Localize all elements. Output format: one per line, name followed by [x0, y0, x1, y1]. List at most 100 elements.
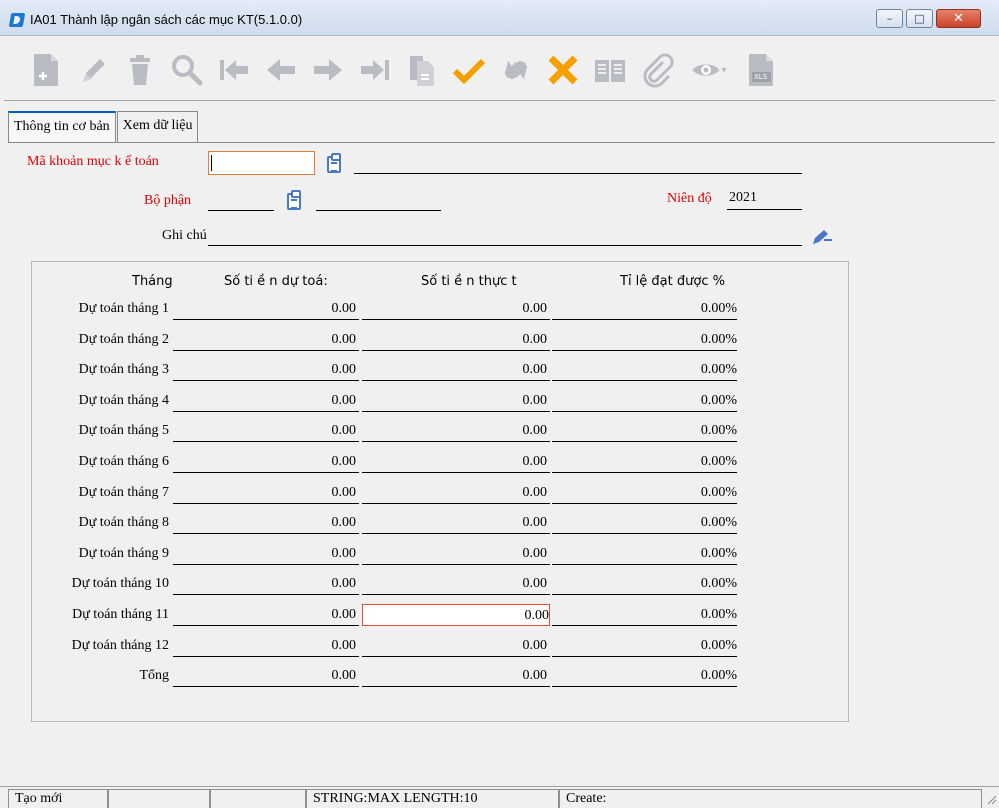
- budget-amount-input[interactable]: 0.00: [173, 420, 359, 442]
- minimize-button[interactable]: –: [876, 9, 903, 28]
- tab-bar: Thông tin cơ bản Xem dữ liệu: [8, 111, 199, 143]
- actual-amount-input[interactable]: 0.00: [362, 359, 550, 381]
- budget-amount-input[interactable]: 0.00: [173, 298, 359, 320]
- cancel-icon[interactable]: [539, 46, 587, 94]
- status-create: Create:: [559, 789, 982, 808]
- actual-amount-input[interactable]: 0.00: [362, 482, 550, 504]
- total-row-label: Tổng: [139, 668, 169, 683]
- actual-amount-input[interactable]: 0.00: [362, 512, 550, 534]
- account-code-lookup-icon[interactable]: [327, 153, 341, 173]
- next-icon[interactable]: [304, 46, 352, 94]
- achievement-ratio-field: 0.00%: [552, 298, 737, 320]
- view-icon[interactable]: ▾: [680, 46, 738, 94]
- budget-row-label: Dự toán tháng 10: [71, 576, 169, 591]
- window-title: IA01 Thành lập ngân sách các mục KT(5.1.…: [30, 12, 303, 27]
- excel-icon[interactable]: XLS: [737, 46, 785, 94]
- achievement-ratio-field: 0.00%: [552, 573, 737, 595]
- actual-amount-input[interactable]: 0.00: [362, 329, 550, 351]
- edit-icon[interactable]: [69, 46, 117, 94]
- toolbar: ▾ XLS: [10, 41, 989, 99]
- achievement-ratio-field: 0.00%: [552, 359, 737, 381]
- budget-row-label: Dự toán tháng 12: [71, 638, 169, 653]
- new-icon[interactable]: [22, 46, 70, 94]
- budget-amount-input[interactable]: 0.00: [173, 482, 359, 504]
- maximize-button[interactable]: □: [906, 9, 933, 28]
- account-code-label: Mã khoản mục k ế toán: [27, 154, 159, 169]
- column-header-month: Tháng: [132, 274, 173, 289]
- budget-amount-input[interactable]: 0.00: [173, 573, 359, 595]
- achievement-ratio-field: 0.00%: [552, 482, 737, 504]
- achievement-ratio-field: 0.00%: [552, 420, 737, 442]
- budget-amount-input[interactable]: 0.00: [173, 512, 359, 534]
- view-dropdown-arrow[interactable]: ▾: [721, 65, 726, 76]
- first-icon[interactable]: [210, 46, 258, 94]
- actual-amount-input[interactable]: 0.00: [362, 573, 550, 595]
- delete-icon[interactable]: [116, 46, 164, 94]
- achievement-ratio-field: 0.00%: [552, 512, 737, 534]
- budget-amount-input[interactable]: 0.00: [173, 329, 359, 351]
- previous-icon[interactable]: [257, 46, 305, 94]
- budget-row-label: Dự toán tháng 7: [78, 485, 169, 500]
- department-input[interactable]: [208, 210, 274, 211]
- confirm-icon[interactable]: [445, 46, 493, 94]
- department-label: Bộ phận: [144, 193, 192, 208]
- tab-basic-info[interactable]: Thông tin cơ bản: [8, 111, 116, 143]
- column-header-achievement-ratio: Tỉ lệ đạt được %: [620, 274, 725, 289]
- actual-amount-input[interactable]: 0.00: [362, 420, 550, 442]
- pen-edit-icon[interactable]: [810, 228, 834, 246]
- account-code-input[interactable]: [208, 151, 315, 175]
- resize-grip-icon[interactable]: [985, 793, 997, 805]
- attach-icon[interactable]: [633, 46, 681, 94]
- department-lookup-icon[interactable]: [287, 190, 301, 210]
- note-label: Ghi chú: [162, 228, 207, 243]
- fiscal-year-input[interactable]: [727, 209, 802, 210]
- budget-amount-input[interactable]: 0.00: [173, 359, 359, 381]
- budget-amount-input[interactable]: 0.00: [173, 635, 359, 657]
- note-input[interactable]: [208, 245, 802, 246]
- maximize-icon: □: [914, 12, 925, 25]
- actual-amount-input[interactable]: 0.00: [362, 451, 550, 473]
- status-bar: Tạo mới STRING:MAX LENGTH:10 Create:: [0, 786, 999, 808]
- title-bar: IA01 Thành lập ngân sách các mục KT(5.1.…: [0, 0, 999, 36]
- achievement-ratio-field: 0.00%: [552, 635, 737, 657]
- budget-amount-input[interactable]: 0.00: [173, 451, 359, 473]
- fiscal-year-value: 2021: [729, 190, 757, 205]
- budget-row-label: Dự toán tháng 8: [78, 515, 169, 530]
- actual-amount-input[interactable]: 0.00: [362, 665, 550, 687]
- actual-amount-input[interactable]: 0.00: [362, 635, 550, 657]
- book-icon[interactable]: [586, 46, 634, 94]
- refresh-icon[interactable]: [492, 46, 540, 94]
- actual-amount-input[interactable]: 0.00: [362, 604, 550, 626]
- account-code-description-field: [354, 173, 802, 174]
- status-field-info: STRING:MAX LENGTH:10: [306, 789, 559, 808]
- budget-row-label: Dự toán tháng 9: [78, 546, 169, 561]
- budget-row-label: Dự toán tháng 6: [78, 454, 169, 469]
- status-mode: Tạo mới: [8, 789, 108, 808]
- budget-amount-input[interactable]: 0.00: [173, 604, 359, 626]
- budget-amount-input[interactable]: 0.00: [173, 390, 359, 412]
- copy-icon[interactable]: [398, 46, 446, 94]
- actual-amount-input[interactable]: 0.00: [362, 543, 550, 565]
- achievement-ratio-field: 0.00%: [552, 604, 737, 626]
- achievement-ratio-field: 0.00%: [552, 543, 737, 565]
- excel-badge: XLS: [754, 73, 768, 81]
- column-header-actual-amount: Số ti ề n thực t: [421, 274, 517, 289]
- budget-row-label: Dự toán tháng 11: [72, 607, 169, 622]
- actual-amount-input[interactable]: 0.00: [362, 390, 550, 412]
- budget-amount-input[interactable]: 0.00: [173, 665, 359, 687]
- department-description-field: [316, 210, 441, 211]
- achievement-ratio-field: 0.00%: [552, 451, 737, 473]
- close-icon: ✕: [953, 11, 964, 26]
- search-icon[interactable]: [163, 46, 211, 94]
- text-caret: [211, 155, 212, 171]
- actual-amount-input[interactable]: 0.00: [362, 298, 550, 320]
- column-header-budget-amount: Số ti ề n dự toá:: [224, 274, 328, 289]
- last-icon[interactable]: [351, 46, 399, 94]
- tab-view-data[interactable]: Xem dữ liệu: [116, 111, 199, 142]
- achievement-ratio-field: 0.00%: [552, 665, 737, 687]
- budget-amount-input[interactable]: 0.00: [173, 543, 359, 565]
- status-empty-2: [210, 789, 306, 808]
- budget-row-label: Dự toán tháng 4: [78, 393, 169, 408]
- close-button[interactable]: ✕: [936, 9, 981, 28]
- minimize-icon: –: [886, 12, 893, 25]
